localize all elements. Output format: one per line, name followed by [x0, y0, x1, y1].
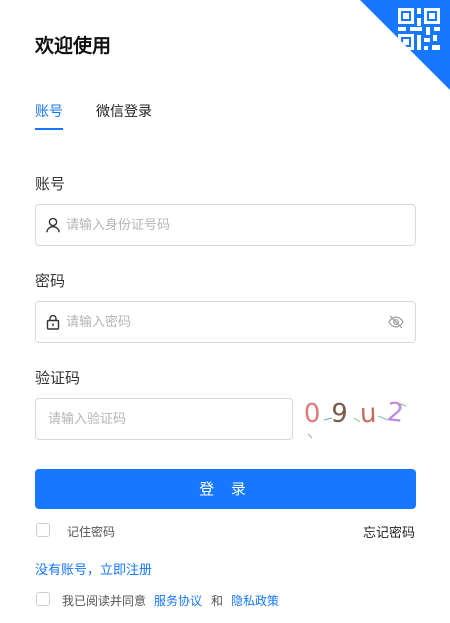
- forgot-password-link[interactable]: 忘记密码: [363, 522, 415, 541]
- password-field: [35, 301, 416, 343]
- register-link[interactable]: 没有账号，立即注册: [35, 559, 152, 578]
- service-agreement-link[interactable]: 服务协议: [154, 592, 202, 609]
- page-title: 欢迎使用: [35, 35, 112, 57]
- account-input[interactable]: [66, 205, 396, 245]
- active-tab-indicator: [35, 128, 63, 130]
- agreement-and: 和: [211, 594, 224, 608]
- remember-password-label: 记住密码: [67, 525, 116, 539]
- agreement-prefix: 我已阅读并同意: [62, 594, 147, 608]
- qr-login-corner[interactable]: [360, 0, 450, 90]
- captcha-char-3: u: [359, 398, 378, 430]
- lock-icon: [46, 314, 60, 330]
- captcha-label: 验证码: [35, 369, 81, 387]
- account-label: 账号: [35, 175, 66, 193]
- captcha-char-4: 2: [385, 397, 406, 429]
- captcha-image[interactable]: 0 9 u 2: [302, 397, 416, 440]
- captcha-char-2: 9: [329, 398, 349, 430]
- captcha-field: [35, 398, 293, 440]
- password-input[interactable]: [66, 302, 376, 342]
- password-label: 密码: [35, 272, 66, 290]
- eye-off-icon[interactable]: [388, 314, 404, 330]
- remember-password-checkbox[interactable]: [36, 523, 50, 537]
- captcha-char-1: 0: [303, 398, 322, 430]
- tab-account[interactable]: 账号: [35, 101, 63, 121]
- user-icon: [46, 217, 60, 233]
- tab-wechat-login[interactable]: 微信登录: [96, 101, 152, 121]
- account-field: [35, 204, 416, 246]
- captcha-input[interactable]: [48, 399, 283, 439]
- login-button[interactable]: 登 录: [35, 469, 416, 509]
- privacy-policy-link[interactable]: 隐私政策: [231, 592, 279, 609]
- agreement-checkbox[interactable]: [36, 592, 50, 606]
- qr-code-icon: [398, 8, 440, 50]
